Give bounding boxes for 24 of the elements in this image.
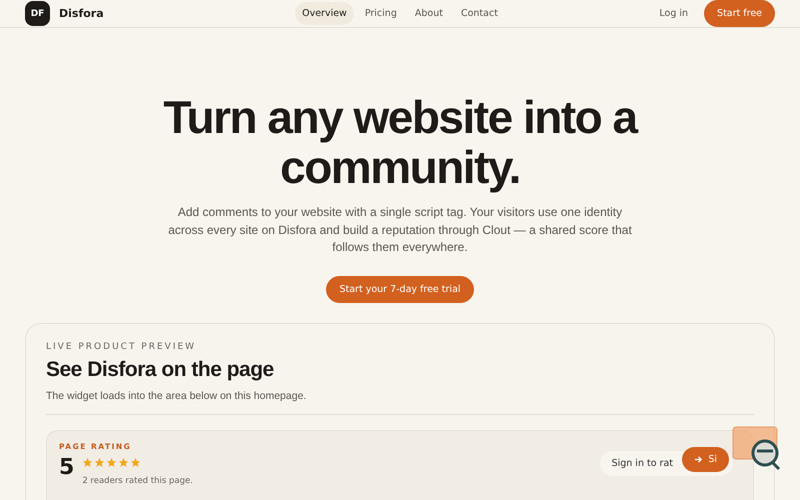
login-link[interactable]: Log in: [659, 8, 688, 19]
nav-link[interactable]: Contact: [454, 2, 505, 25]
hero-description: Add comments to your website with a single script tag. Your visitors use one identity across every site on Disfora and build a reputation through Clout — a shared score that follows them everywhere.: [167, 204, 633, 256]
trial-button[interactable]: Start your 7-day free trial: [326, 276, 474, 302]
sign-in-button[interactable]: Si: [682, 446, 729, 472]
nav-link[interactable]: Overview: [295, 2, 354, 25]
search-icon[interactable]: [731, 424, 781, 472]
brand-name: Disfora: [59, 7, 104, 20]
nav-link[interactable]: Pricing: [358, 2, 404, 25]
star-icon: [82, 456, 94, 468]
rating-count: 2 readers rated this page.: [82, 476, 193, 486]
brand-logo[interactable]: DF: [25, 1, 50, 26]
nav-link[interactable]: About: [408, 2, 450, 25]
star-icon: [118, 456, 130, 468]
section-description: The widget loads into the area below on this homepage.: [46, 390, 308, 402]
hero-title: Turn any website into a community.: [162, 92, 638, 192]
star-icon: [130, 456, 142, 468]
star-icon: [106, 456, 118, 468]
rating-score: 5: [59, 456, 74, 478]
arrow-icon: [694, 454, 704, 464]
start-free-button[interactable]: Start free: [704, 0, 776, 27]
section-title: See Disfora on the page: [46, 358, 275, 382]
star-icon: [94, 456, 106, 468]
section-eyebrow: LIVE PRODUCT PREVIEW: [46, 342, 198, 352]
